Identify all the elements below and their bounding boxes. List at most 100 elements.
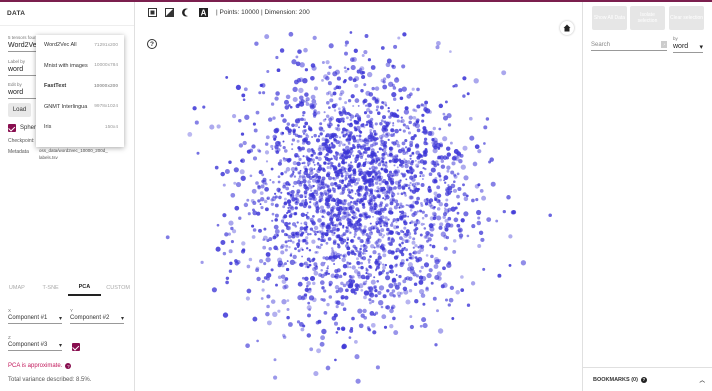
point-mark[interactable] [260,83,266,88]
point-mark[interactable] [278,195,282,200]
point-mark[interactable] [405,258,409,262]
point-mark[interactable] [308,308,311,311]
point-mark[interactable] [443,175,449,181]
point-mark[interactable] [311,149,316,154]
point-mark[interactable] [463,175,469,181]
point-mark[interactable] [391,92,397,98]
point-mark[interactable] [354,202,359,206]
point-mark[interactable] [429,243,432,247]
point-mark[interactable] [422,128,428,134]
point-mark[interactable] [367,226,373,232]
point-mark[interactable] [252,156,258,161]
point-mark[interactable] [238,119,242,123]
point-mark[interactable] [394,264,398,268]
point-mark[interactable] [338,136,342,139]
point-mark[interactable] [365,233,369,237]
point-mark[interactable] [399,179,402,182]
point-mark[interactable] [388,230,393,234]
point-mark[interactable] [344,206,348,210]
point-mark[interactable] [254,41,259,46]
point-mark[interactable] [442,266,446,271]
point-mark[interactable] [302,161,306,165]
point-mark[interactable] [298,87,304,94]
point-mark[interactable] [306,211,309,214]
point-mark[interactable] [355,216,358,219]
point-mark[interactable] [387,106,390,110]
point-mark[interactable] [287,239,290,243]
point-mark[interactable] [364,187,368,191]
point-mark[interactable] [327,265,329,268]
point-mark[interactable] [347,238,349,241]
point-mark[interactable] [289,174,293,178]
point-mark[interactable] [321,222,325,226]
point-mark[interactable] [430,254,434,259]
point-mark[interactable] [344,243,350,249]
point-mark[interactable] [342,206,345,209]
point-mark[interactable] [443,115,448,121]
help-icon[interactable]: ? [640,376,647,383]
point-mark[interactable] [335,305,339,309]
point-mark[interactable] [289,254,293,257]
point-mark[interactable] [298,77,304,83]
point-mark[interactable] [257,184,261,188]
point-mark[interactable] [292,254,297,260]
point-mark[interactable] [401,215,405,219]
point-mark[interactable] [265,135,270,140]
point-mark[interactable] [409,140,414,145]
point-mark[interactable] [386,73,391,79]
point-mark[interactable] [328,257,331,259]
point-mark[interactable] [359,70,364,75]
point-mark[interactable] [274,213,279,218]
point-mark[interactable] [318,164,322,168]
point-mark[interactable] [271,180,275,184]
point-mark[interactable] [345,129,350,134]
point-mark[interactable] [403,220,406,224]
point-mark[interactable] [306,215,310,220]
point-mark[interactable] [313,133,317,138]
point-mark[interactable] [258,169,263,175]
point-mark[interactable] [282,333,286,338]
point-mark[interactable] [401,185,404,188]
point-mark[interactable] [431,244,436,249]
point-mark[interactable] [508,263,512,267]
point-mark[interactable] [346,188,351,192]
point-mark[interactable] [373,276,376,279]
bounding-box-select-icon[interactable] [148,8,157,17]
point-mark[interactable] [348,220,352,225]
point-mark[interactable] [242,140,247,146]
point-mark[interactable] [368,177,372,182]
point-mark[interactable] [307,301,311,305]
point-mark[interactable] [356,154,360,158]
point-mark[interactable] [361,256,367,261]
point-mark[interactable] [388,159,393,164]
point-mark[interactable] [297,49,302,54]
point-mark[interactable] [420,244,425,249]
point-mark[interactable] [424,234,429,239]
point-mark[interactable] [438,225,443,230]
point-mark[interactable] [388,146,393,151]
point-mark[interactable] [442,112,446,116]
point-mark[interactable] [311,239,316,244]
point-mark[interactable] [430,281,434,285]
point-mark[interactable] [309,275,316,282]
point-mark[interactable] [315,245,320,249]
point-mark[interactable] [305,155,309,159]
point-mark[interactable] [285,233,289,237]
point-mark[interactable] [261,279,265,283]
point-mark[interactable] [337,211,342,215]
point-mark[interactable] [380,136,383,140]
point-mark[interactable] [379,121,383,126]
point-mark[interactable] [391,191,394,194]
point-mark[interactable] [263,235,268,241]
point-mark[interactable] [319,197,324,202]
point-mark[interactable] [449,223,454,228]
point-mark[interactable] [311,158,315,162]
point-mark[interactable] [285,94,291,100]
point-mark[interactable] [284,105,290,110]
point-mark[interactable] [260,197,265,202]
point-mark[interactable] [477,149,482,154]
point-mark[interactable] [274,203,279,208]
point-mark[interactable] [241,93,246,98]
point-mark[interactable] [336,252,341,258]
point-mark[interactable] [325,60,330,65]
